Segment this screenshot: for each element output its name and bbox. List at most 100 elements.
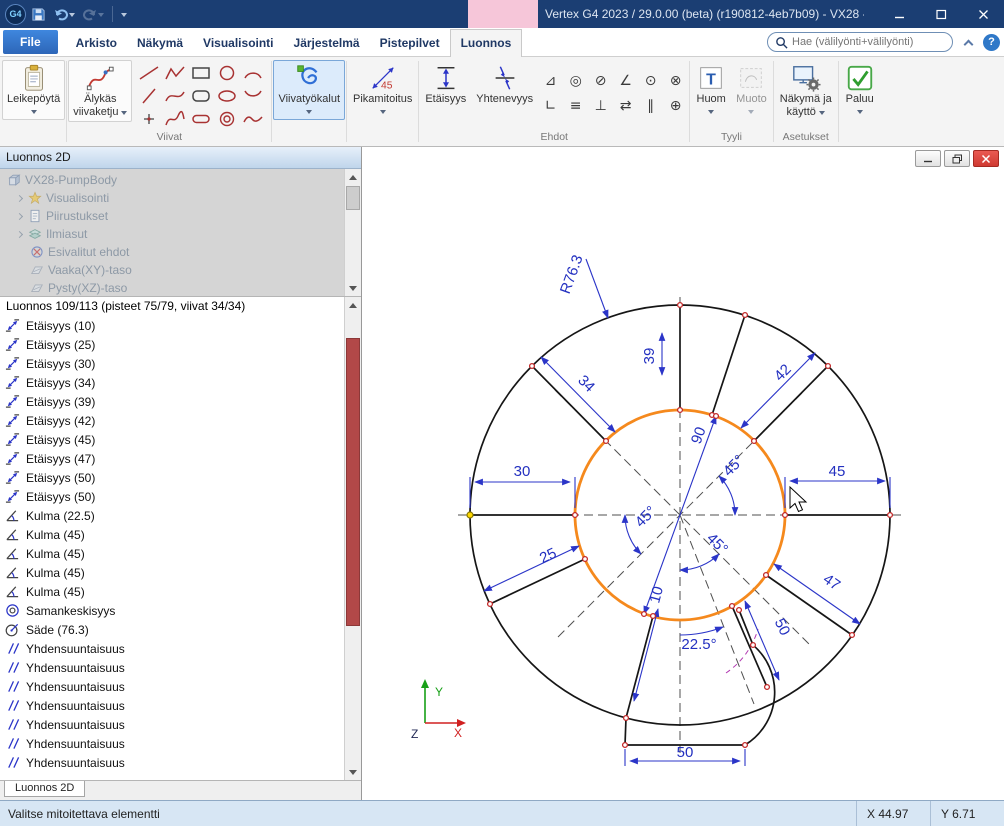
note-button[interactable]: T Huom: [691, 60, 731, 120]
slot-icon[interactable]: [190, 110, 212, 128]
line-icon[interactable]: [138, 64, 160, 82]
tree-item-ilmiasut[interactable]: Ilmiasut: [0, 225, 361, 243]
list-item[interactable]: Yhdensuuntaisuus: [0, 658, 361, 677]
list-scrollbar[interactable]: [344, 297, 361, 780]
perpendicular-constraint-icon[interactable]: ⊥: [595, 99, 607, 113]
tab-pistepilvet[interactable]: Pistepilvet: [370, 30, 450, 56]
clipboard-button[interactable]: Leikepöytä: [2, 60, 65, 120]
curve-icon[interactable]: [164, 87, 186, 105]
tab-visualisointi[interactable]: Visualisointi: [193, 30, 283, 56]
rectangle-icon[interactable]: [190, 64, 212, 82]
list-item[interactable]: Etäisyys (47): [0, 449, 361, 468]
tree-item-pysty-taso[interactable]: Pysty(XZ)-taso: [0, 279, 361, 297]
list-item[interactable]: Kulma (22.5): [0, 506, 361, 525]
angle-constraint-icon[interactable]: ∠: [619, 74, 632, 88]
shape-button[interactable]: Muoto: [731, 60, 772, 120]
point-on-circle-constraint-icon[interactable]: ⊙: [645, 74, 657, 88]
arc-down-icon[interactable]: [242, 87, 264, 105]
minimize-button[interactable]: [878, 0, 920, 28]
child-close-button[interactable]: [973, 150, 999, 167]
arc-icon[interactable]: [242, 64, 264, 82]
freehand-icon[interactable]: [242, 110, 264, 128]
scroll-down-button[interactable]: [345, 280, 361, 296]
view-usage-button[interactable]: Näkymä ja käyttö: [775, 60, 837, 122]
tab-luonnos[interactable]: Luonnos: [450, 29, 523, 57]
tab-nakyma[interactable]: Näkymä: [127, 30, 193, 56]
swap-constraint-icon[interactable]: ⇄: [620, 99, 632, 113]
tab-jarjestelma[interactable]: Järjestelmä: [284, 30, 370, 56]
tangent-constraint-icon[interactable]: ⊘: [595, 74, 607, 88]
tree-item-vaaka-taso[interactable]: Vaaka(XY)-taso: [0, 261, 361, 279]
list-item[interactable]: Etäisyys (30): [0, 354, 361, 373]
tab-file[interactable]: File: [3, 30, 58, 54]
polyline-icon[interactable]: [164, 64, 186, 82]
tree-item-pumpbody[interactable]: VX28-PumpBody: [0, 171, 361, 189]
list-item[interactable]: Yhdensuuntaisuus: [0, 715, 361, 734]
list-item[interactable]: Etäisyys (50): [0, 468, 361, 487]
list-item[interactable]: Yhdensuuntaisuus: [0, 753, 361, 772]
list-item[interactable]: Etäisyys (39): [0, 392, 361, 411]
redo-caret-icon[interactable]: [98, 13, 104, 20]
return-button[interactable]: Paluu: [840, 60, 880, 120]
list-item[interactable]: Kulma (45): [0, 544, 361, 563]
tree-item-piirustukset[interactable]: Piirustukset: [0, 207, 361, 225]
concentric-constraint-icon[interactable]: ◎: [570, 74, 582, 88]
scrollbar-thumb[interactable]: [346, 338, 360, 626]
rounded-rect-icon[interactable]: [190, 87, 212, 105]
maximize-button[interactable]: [920, 0, 962, 28]
redo-button[interactable]: [80, 6, 106, 22]
fix-constraint-icon[interactable]: ⊗: [670, 74, 682, 88]
customize-toolbar-button[interactable]: [119, 8, 129, 21]
circle-icon[interactable]: [216, 64, 238, 82]
list-item[interactable]: Samankeskisyys: [0, 601, 361, 620]
scroll-up-button[interactable]: [345, 297, 361, 313]
list-item[interactable]: Yhdensuuntaisuus: [0, 677, 361, 696]
list-item[interactable]: Etäisyys (34): [0, 373, 361, 392]
app-logo[interactable]: G4: [5, 4, 26, 25]
tree-item-visualisointi[interactable]: Visualisointi: [0, 189, 361, 207]
quick-dimension-button[interactable]: 45 Pikamitoitus: [348, 60, 417, 120]
list-item[interactable]: Etäisyys (50): [0, 487, 361, 506]
scroll-up-button[interactable]: [345, 169, 361, 185]
list-item[interactable]: Säde (76.3): [0, 620, 361, 639]
right-triangle-constraint-icon[interactable]: ⊿: [545, 74, 557, 88]
selected-point[interactable]: [467, 512, 473, 518]
chevron-right-icon[interactable]: [16, 212, 23, 219]
midpoint-constraint-icon[interactable]: ⊕: [670, 99, 682, 113]
scrollbar-thumb[interactable]: [346, 186, 360, 210]
list-item[interactable]: Etäisyys (45): [0, 430, 361, 449]
list-item[interactable]: Yhdensuuntaisuus: [0, 734, 361, 753]
child-minimize-button[interactable]: [915, 150, 941, 167]
list-item[interactable]: Yhdensuuntaisuus: [0, 696, 361, 715]
help-button[interactable]: ?: [983, 34, 1000, 51]
ellipse-icon[interactable]: [216, 87, 238, 105]
construction-arc[interactable]: [726, 629, 758, 673]
search-box[interactable]: [767, 32, 953, 52]
chevron-right-icon[interactable]: [16, 230, 23, 237]
search-input[interactable]: [792, 36, 945, 48]
spline-icon[interactable]: [164, 110, 186, 128]
smart-chain-button[interactable]: Älykäs viivaketju: [68, 60, 132, 122]
list-item[interactable]: Yhdensuuntaisuus: [0, 639, 361, 658]
chevron-right-icon[interactable]: [16, 194, 23, 201]
tab-arkisto[interactable]: Arkisto: [66, 30, 127, 56]
list-item[interactable]: Kulma (45): [0, 563, 361, 582]
right-angle-constraint-icon[interactable]: ∟: [545, 99, 557, 113]
sketch-drawing[interactable]: 45 30 42 39 34 25 10 50 47 90 45° 45° 45…: [362, 147, 1004, 800]
undo-button[interactable]: [51, 6, 77, 22]
list-item[interactable]: Etäisyys (25): [0, 335, 361, 354]
list-item[interactable]: Etäisyys (10): [0, 316, 361, 335]
line-tools-button[interactable]: Viivatyökalut: [273, 60, 345, 120]
drawing-area[interactable]: 45 30 42 39 34 25 10 50 47 90 45° 45° 45…: [362, 147, 1004, 800]
close-button[interactable]: [962, 0, 1004, 28]
list-item[interactable]: Etäisyys (42): [0, 411, 361, 430]
ring-icon[interactable]: [216, 110, 238, 128]
list-item[interactable]: Kulma (45): [0, 582, 361, 601]
tree-item-esivalitut-ehdot[interactable]: Esivalitut ehdot: [0, 243, 361, 261]
point-icon[interactable]: [138, 110, 160, 128]
save-button[interactable]: [29, 6, 48, 23]
child-restore-button[interactable]: [944, 150, 970, 167]
equal-constraint-icon[interactable]: ≡: [570, 99, 582, 113]
coincidence-button[interactable]: Yhtenevyys: [471, 60, 538, 109]
scroll-down-button[interactable]: [345, 764, 361, 780]
